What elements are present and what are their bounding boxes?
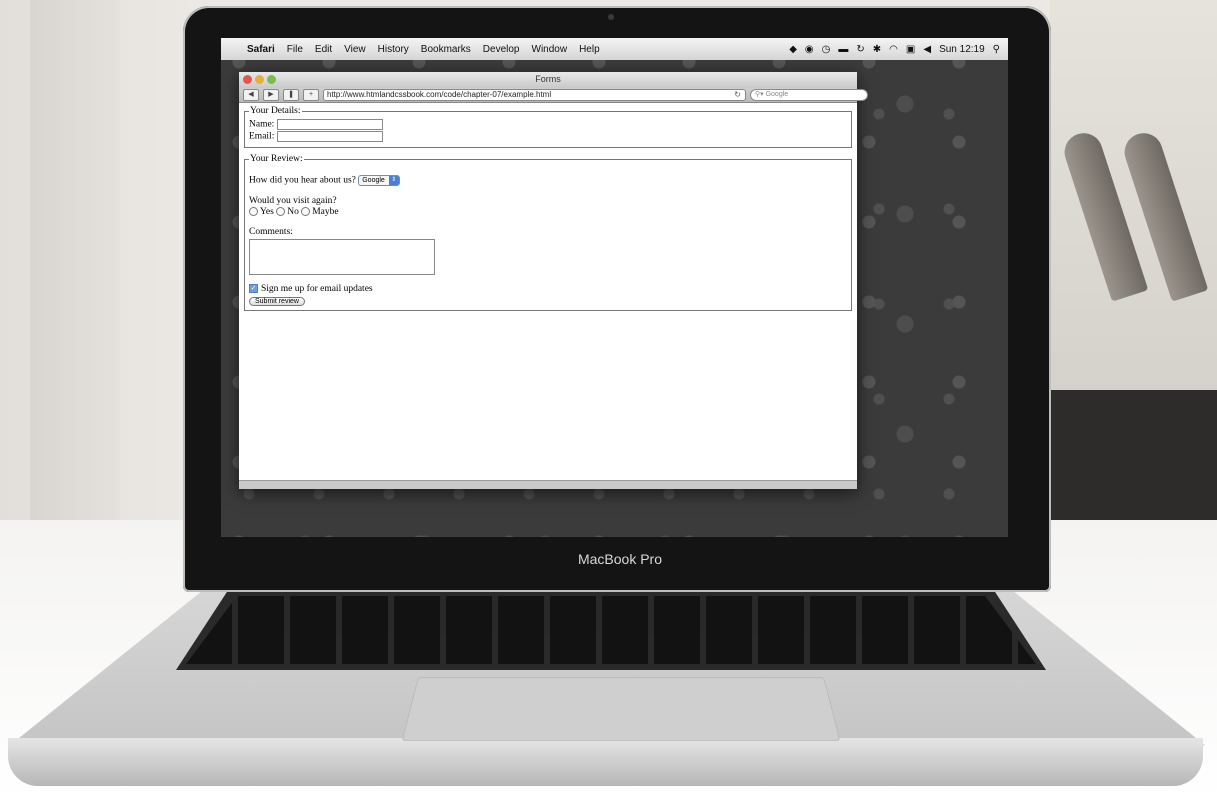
url-text: http://www.htmlandcssbook.com/code/chapt… — [327, 90, 552, 99]
page-content: Your Details: Name: Email: Your Review: … — [239, 103, 857, 320]
keyboard-keys — [186, 596, 1036, 664]
email-row: Email: — [249, 131, 847, 142]
input-icon[interactable]: ▣ — [906, 44, 915, 55]
menu-bookmarks[interactable]: Bookmarks — [421, 44, 471, 55]
bluetooth-icon[interactable]: ✱ — [873, 44, 881, 55]
volume-icon[interactable]: ◀ — [923, 44, 931, 55]
search-placeholder: Google — [765, 91, 789, 98]
browser-toolbar: ◀ ▶ ❚ + http://www.htmlandcssbook.com/co… — [239, 88, 868, 103]
sync-icon[interactable]: ↻ — [856, 44, 864, 55]
radio-maybe-label: Maybe — [312, 207, 339, 217]
menu-view[interactable]: View — [344, 44, 366, 55]
name-row: Name: — [249, 119, 847, 130]
add-bookmark-button[interactable]: + — [303, 89, 319, 101]
dropbox-icon[interactable]: ◆ — [789, 44, 797, 55]
reload-icon[interactable]: ↻ — [734, 90, 741, 100]
laptop-base-front — [8, 738, 1203, 786]
hear-row: How did you hear about us? Google ⇕ — [249, 175, 847, 186]
menu-history[interactable]: History — [378, 44, 409, 55]
status-bar — [239, 480, 857, 489]
background-cabinet — [1050, 390, 1217, 530]
name-label: Name: — [249, 119, 275, 130]
review-legend: Your Review: — [250, 154, 303, 164]
address-bar[interactable]: http://www.htmlandcssbook.com/code/chapt… — [323, 89, 746, 101]
radio-no[interactable] — [276, 207, 286, 217]
email-label: Email: — [249, 131, 275, 142]
window-titlebar[interactable]: Forms — [239, 72, 857, 88]
radio-yes-label: Yes — [260, 207, 274, 217]
menu-develop[interactable]: Develop — [483, 44, 520, 55]
signup-checkbox[interactable]: ✓ — [249, 284, 258, 294]
radio-yes[interactable] — [249, 207, 258, 217]
search-icon: ⚲▾ — [755, 91, 766, 98]
menu-extras: ◆ ◉ ◷ ▬ ↻ ✱ ◠ ▣ ◀ Sun 12:19 ⚲ — [781, 38, 1000, 60]
menu-window[interactable]: Window — [532, 44, 568, 55]
comments-label: Comments: — [249, 227, 293, 237]
time-machine-icon[interactable]: ◷ — [822, 44, 831, 55]
background-right-wall — [1050, 0, 1217, 392]
screen: Safari File Edit View History Bookmarks … — [221, 38, 1008, 537]
email-field[interactable] — [276, 131, 383, 142]
device-brand: MacBook Pro — [577, 551, 663, 567]
select-arrows-icon: ⇕ — [388, 176, 399, 185]
comments-textarea[interactable] — [249, 239, 435, 275]
camera-icon — [608, 14, 614, 20]
menu-help[interactable]: Help — [579, 44, 600, 55]
menu-file[interactable]: File — [287, 44, 303, 55]
menu-edit[interactable]: Edit — [315, 44, 332, 55]
radio-maybe[interactable] — [301, 207, 311, 217]
hear-label: How did you hear about us? — [249, 175, 356, 186]
radio-no-label: No — [287, 207, 299, 217]
back-button[interactable]: ◀ — [243, 89, 259, 101]
hear-select[interactable]: Google ⇕ — [358, 175, 400, 186]
bookmark-icon[interactable]: ❚ — [283, 89, 299, 101]
wifi-icon[interactable]: ◠ — [889, 44, 898, 55]
hear-selected-value: Google — [362, 177, 385, 184]
details-legend: Your Details: — [250, 106, 301, 116]
trackpad — [401, 677, 841, 742]
signup-label: Sign me up for email updates — [261, 284, 373, 294]
forward-button[interactable]: ▶ — [263, 89, 279, 101]
menu-safari[interactable]: Safari — [247, 44, 275, 55]
display-icon[interactable]: ▬ — [838, 44, 848, 55]
clock[interactable]: Sun 12:19 — [939, 44, 985, 55]
evernote-icon[interactable]: ◉ — [805, 44, 814, 55]
details-fieldset: Your Details: Name: Email: — [244, 106, 852, 148]
visit-label: Would you visit again? — [249, 196, 337, 206]
background-wall-shade — [30, 0, 120, 560]
visit-options: Yes No Maybe — [249, 207, 847, 217]
signup-row: ✓ Sign me up for email updates — [249, 284, 847, 294]
window-title: Forms — [535, 74, 561, 84]
review-fieldset: Your Review: How did you hear about us? … — [244, 154, 852, 311]
browser-window: Forms ◀ ▶ ❚ + http://www.htmlandcssbook.… — [239, 72, 868, 489]
mac-menu-bar: Safari File Edit View History Bookmarks … — [221, 38, 1008, 60]
submit-review-button[interactable]: Submit review — [249, 297, 305, 306]
spotlight-search-icon[interactable]: ⚲ — [993, 44, 1000, 55]
search-field[interactable]: ⚲▾ Google — [750, 89, 868, 101]
name-field[interactable] — [276, 119, 383, 130]
